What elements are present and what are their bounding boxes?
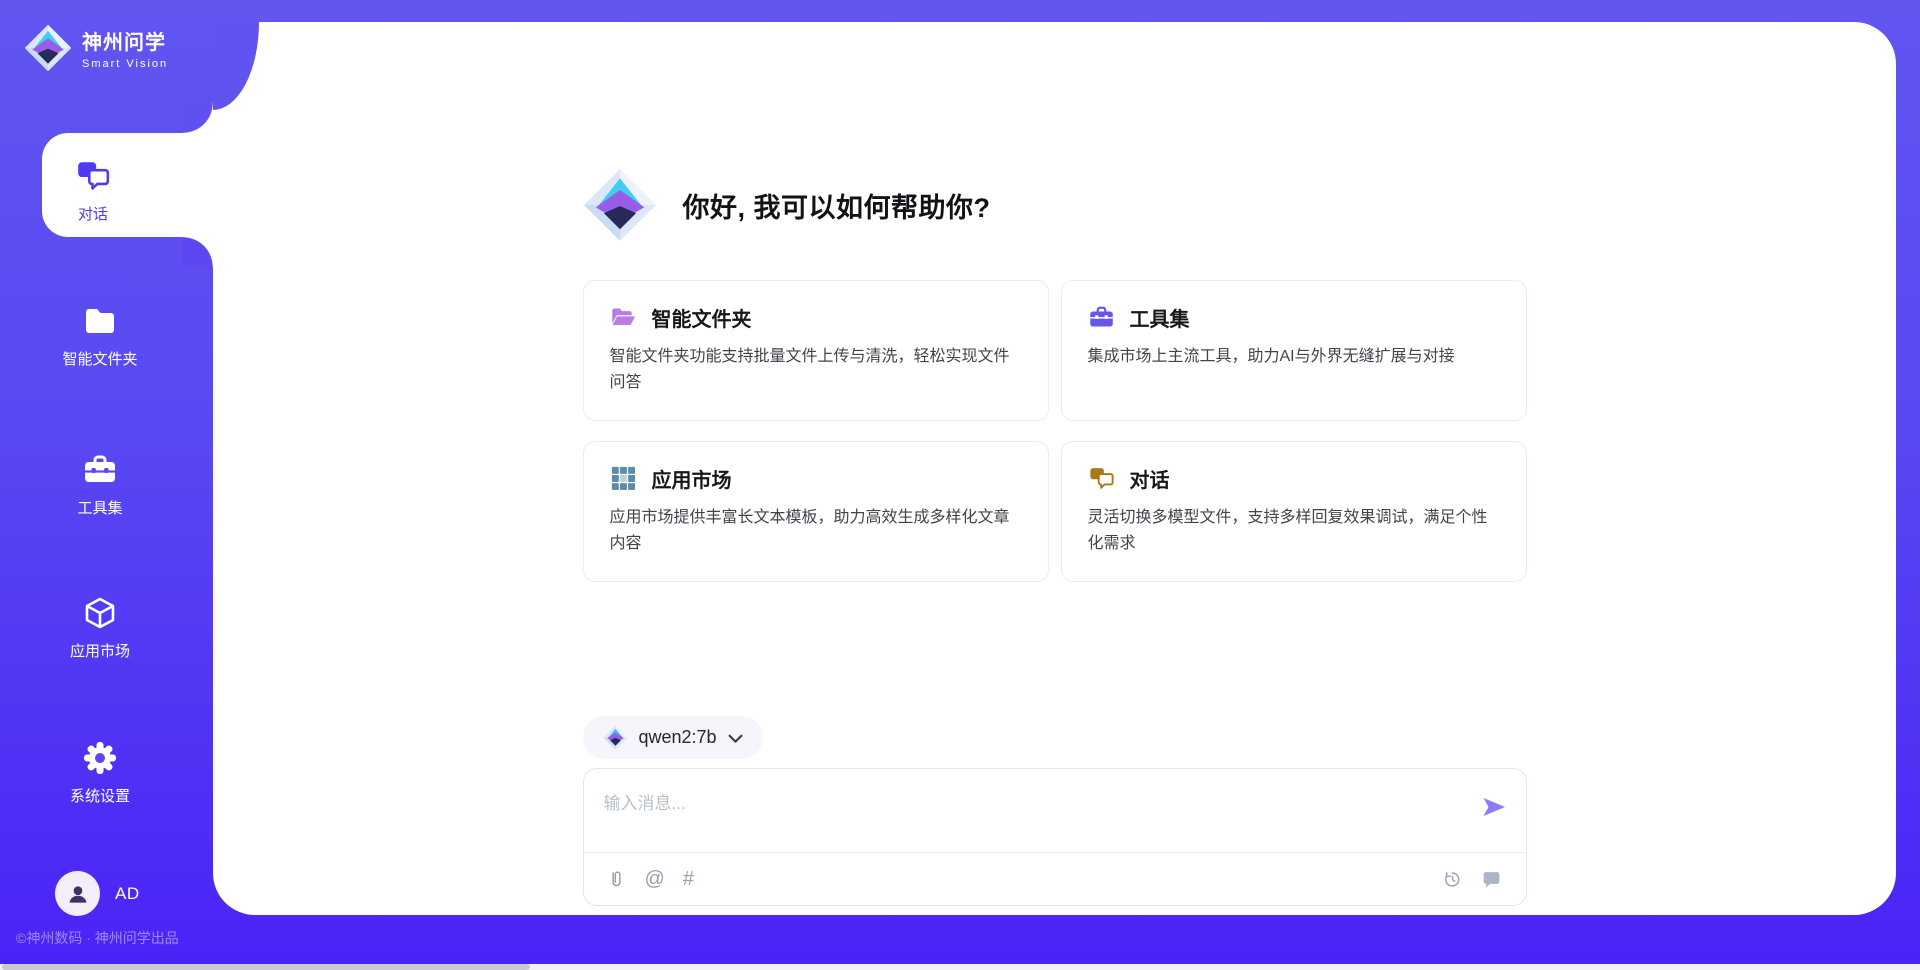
sidebar-item-label: 工具集 [77,497,122,518]
composer-toolbar: @ # [584,852,1526,905]
card-title: 智能文件夹 [652,303,752,332]
scrollbar-thumb[interactable] [2,964,530,970]
sidebar-item-smart-folder[interactable]: 智能文件夹 [0,303,200,369]
gear-icon [82,740,118,776]
brand-subtitle: Smart Vision [82,58,168,70]
sidebar-item-toolset[interactable]: 工具集 [0,452,200,518]
cube-icon [82,595,118,631]
folder-open-icon [610,304,637,331]
sidebar-item-label: 对话 [78,203,108,224]
card-title: 应用市场 [652,464,732,493]
folder-icon [82,303,118,339]
greeting-text: 你好, 我可以如何帮助你? [683,186,991,225]
sidebar-item-app-market[interactable]: 应用市场 [0,595,200,661]
brand-text: 神州问学 Smart Vision [82,26,168,70]
card-description: 灵活切换多模型文件，支持多样回复效果调试，满足个性化需求 [1088,505,1500,557]
attachment-icon[interactable] [606,869,627,890]
mention-icon[interactable]: @ [645,869,665,889]
copyright-text: ©神州数码 · 神州问学出品 [16,928,179,948]
sidebar-item-label: 应用市场 [70,640,130,661]
toolbox-icon [82,452,118,488]
feature-cards: 智能文件夹 智能文件夹功能支持批量文件上传与清洗，轻松实现文件问答 工具集 集成… [583,280,1527,582]
brand-name: 神州问学 [82,26,168,55]
assistant-logo-icon [583,168,657,242]
card-app-market[interactable]: 应用市场 应用市场提供丰富长文本模板，助力高效生成多样化文章内容 [583,441,1049,582]
model-logo-icon [603,725,628,750]
hero: 你好, 我可以如何帮助你? [583,22,1527,242]
user-initials: AD [115,884,140,904]
message-input[interactable] [584,769,1444,852]
card-title: 工具集 [1130,303,1190,332]
briefcase-icon [1088,304,1115,331]
model-name: qwen2:7b [639,727,717,748]
sidebar-item-chat[interactable]: 对话 [0,158,193,224]
card-description: 应用市场提供丰富长文本模板，助力高效生成多样化文章内容 [610,505,1022,557]
sidebar-item-label: 智能文件夹 [62,348,137,369]
card-toolset[interactable]: 工具集 集成市场上主流工具，助力AI与外界无缝扩展与对接 [1061,280,1527,421]
chat-icon [75,158,111,194]
sidebar-item-label: 系统设置 [70,785,130,806]
brand: 神州问学 Smart Vision [24,24,168,72]
hashtag-icon[interactable]: # [683,869,694,889]
avatar [55,871,100,916]
send-icon[interactable] [1480,793,1508,821]
grid-icon [610,465,637,492]
card-chat[interactable]: 对话 灵活切换多模型文件，支持多样回复效果调试，满足个性化需求 [1061,441,1527,582]
sidebar: 神州问学 Smart Vision 对话 智能文件夹 工具集 [0,0,213,970]
brand-logo-icon [24,24,72,72]
person-icon [65,881,91,907]
card-title: 对话 [1130,464,1170,493]
model-selector[interactable]: qwen2:7b [583,716,763,759]
app-root: { "brand": { "name": "神州问学", "subtitle":… [0,0,1920,970]
card-description: 集成市场上主流工具，助力AI与外界无缝扩展与对接 [1088,344,1500,370]
chat-icon [1088,465,1115,492]
chevron-down-icon [728,734,743,744]
feedback-bubble-icon[interactable] [1481,869,1502,890]
card-smart-folder[interactable]: 智能文件夹 智能文件夹功能支持批量文件上传与清洗，轻松实现文件问答 [583,280,1049,421]
history-icon[interactable] [1442,869,1463,890]
composer-block: qwen2:7b @ # [583,716,1527,906]
message-composer: @ # [583,768,1527,906]
card-description: 智能文件夹功能支持批量文件上传与清洗，轻松实现文件问答 [610,344,1022,396]
main-content-area: 你好, 我可以如何帮助你? 智能文件夹 智能文件夹功能支持批量文件上传与清洗，轻… [213,22,1896,915]
user-account[interactable]: AD [55,871,140,916]
horizontal-scrollbar[interactable] [0,964,1920,970]
sidebar-item-settings[interactable]: 系统设置 [0,740,200,806]
